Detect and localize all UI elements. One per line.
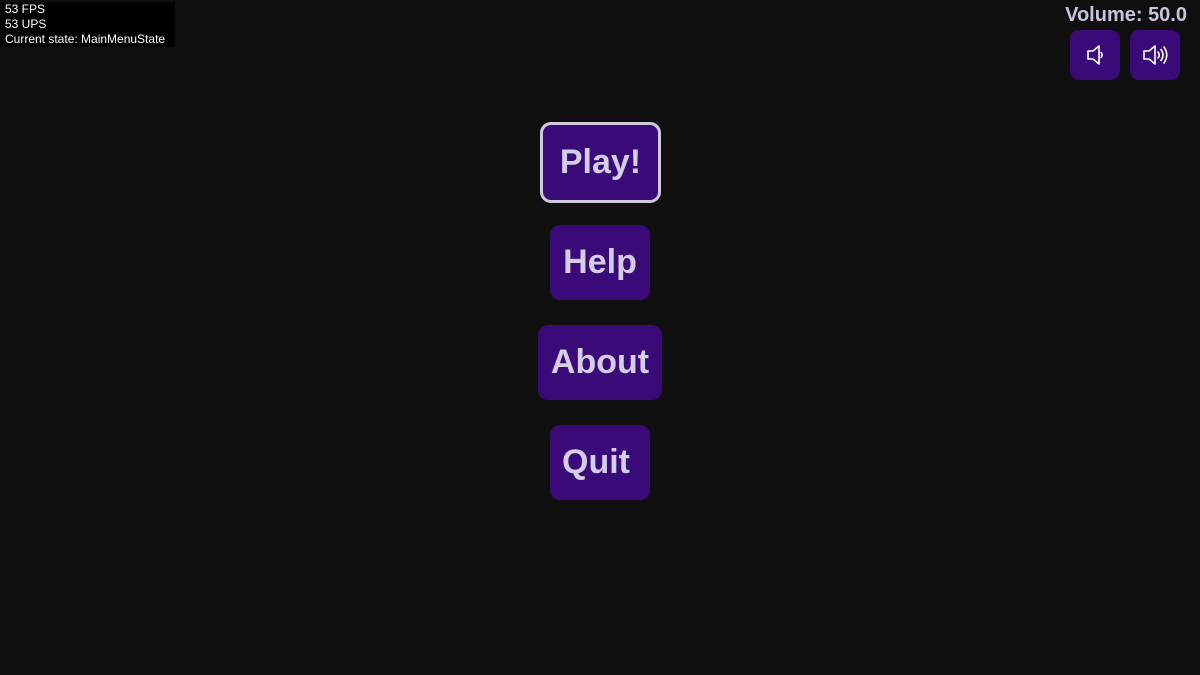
volume-label: Volume: 50.0 bbox=[1065, 4, 1187, 26]
debug-overlay: 53 FPS 53 UPS Current state: MainMenuSta… bbox=[0, 2, 176, 47]
speaker-high-icon bbox=[1139, 40, 1171, 70]
ups-counter: 53 UPS bbox=[5, 17, 47, 31]
current-state-label: Current state: MainMenuState bbox=[5, 32, 166, 46]
about-button[interactable]: About bbox=[538, 325, 662, 400]
volume-up-button[interactable] bbox=[1130, 30, 1180, 80]
help-button[interactable]: Help bbox=[550, 225, 650, 300]
play-button[interactable]: Play! bbox=[540, 122, 661, 203]
fps-counter: 53 FPS bbox=[5, 2, 46, 16]
speaker-low-icon bbox=[1080, 40, 1110, 70]
quit-button[interactable]: Quit bbox=[550, 425, 650, 500]
volume-down-button[interactable] bbox=[1070, 30, 1120, 80]
